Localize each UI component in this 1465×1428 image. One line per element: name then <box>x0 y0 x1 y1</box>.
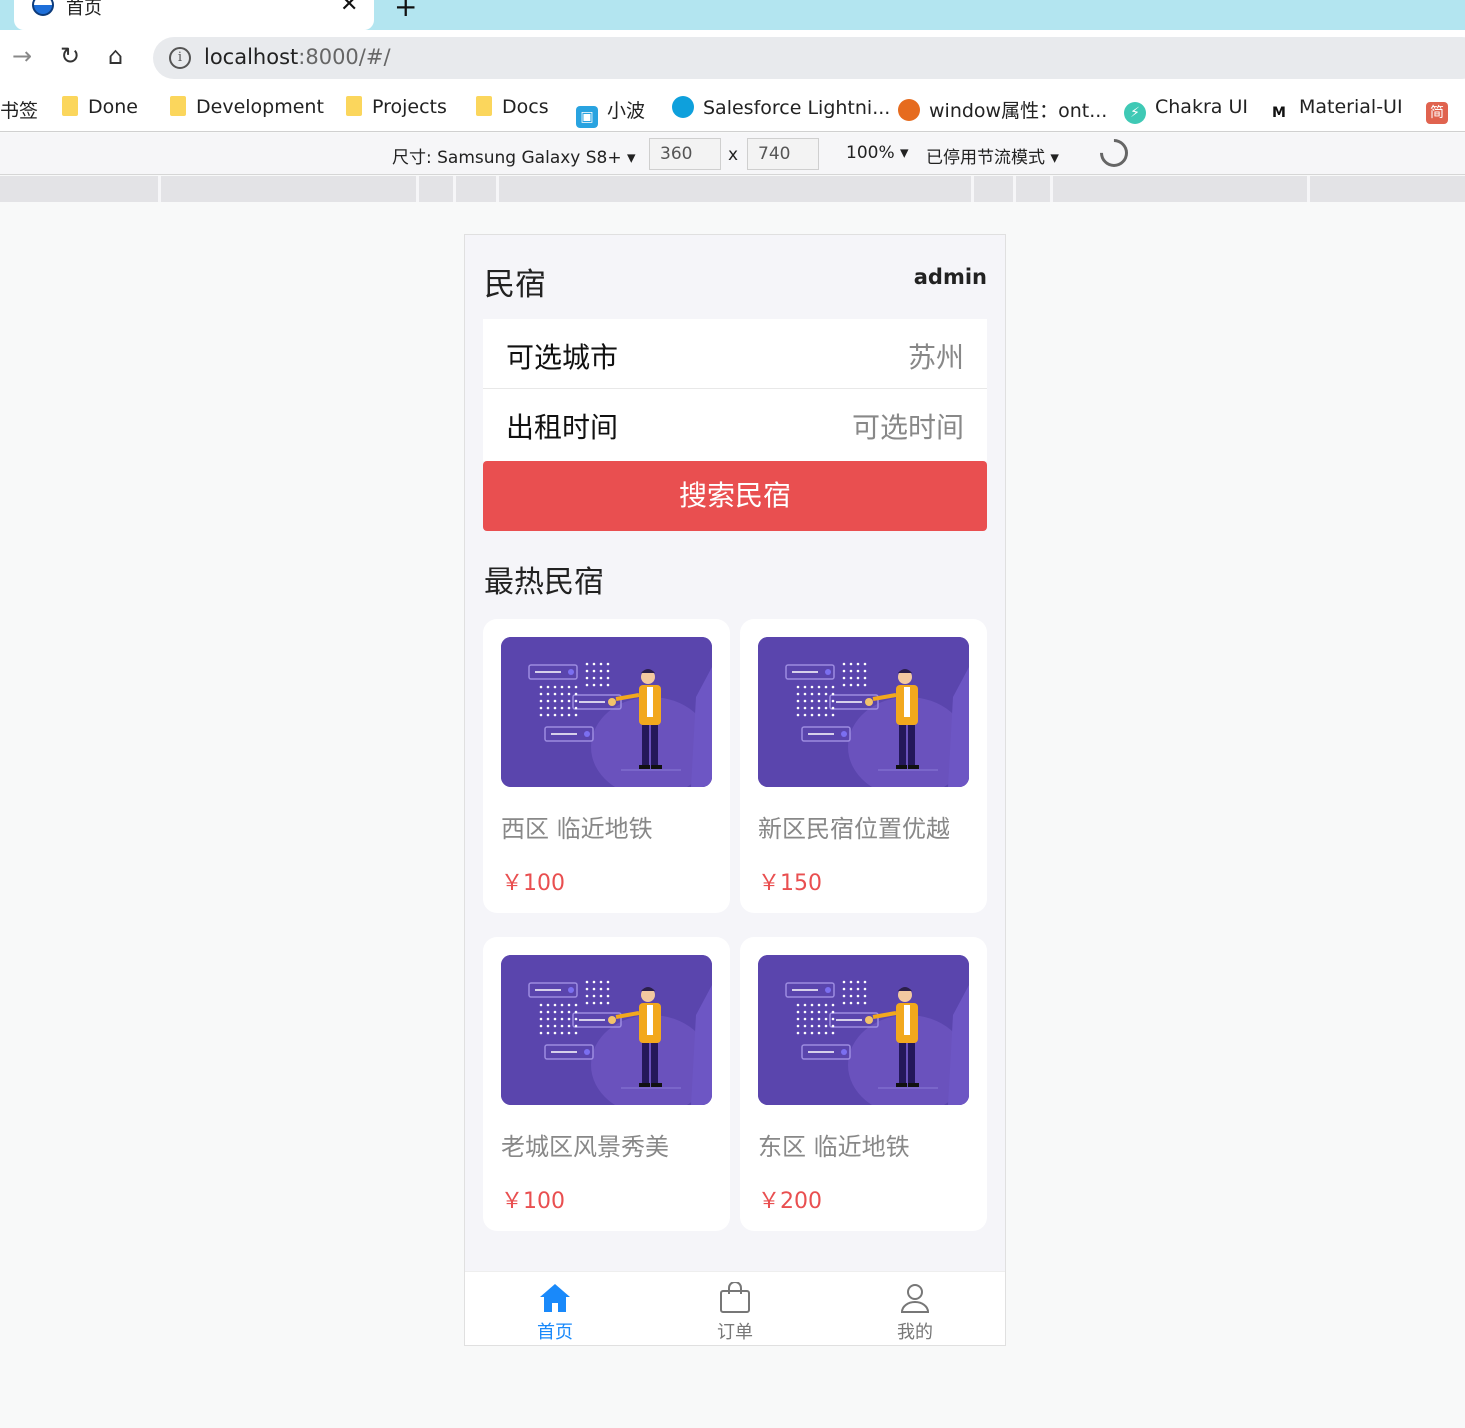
app-header: 民宿 admin <box>465 235 1005 319</box>
mui-icon: M <box>1268 102 1290 124</box>
time-value[interactable]: 可选时间 <box>852 406 964 446</box>
listing-price: ￥100 <box>501 871 565 896</box>
bolt-icon: ⚡ <box>1124 102 1146 124</box>
tab-title: 首页 <box>66 0 102 19</box>
reload-icon[interactable]: ↻ <box>60 42 80 70</box>
bookmarks-bar: 书签 Done Development Projects Docs ▣ 小波 Sa… <box>0 86 1465 132</box>
device-select[interactable]: 尺寸: Samsung Galaxy S8+ ▾ <box>392 143 636 168</box>
home-icon <box>540 1284 570 1312</box>
tab-label: 订单 <box>717 1322 753 1343</box>
search-form: 可选城市 苏州 出租时间 可选时间 <box>483 319 987 461</box>
hot-section-title: 最热民宿 <box>484 565 604 600</box>
bottom-tabbar: 首页 订单 我的 <box>465 1271 1005 1345</box>
bookmark-folder[interactable]: Done <box>62 96 138 118</box>
ruler-divider <box>453 176 456 202</box>
time-field[interactable]: 出租时间 可选时间 <box>483 389 987 461</box>
city-field[interactable]: 可选城市 苏州 <box>483 319 987 389</box>
username[interactable]: admin <box>914 265 987 289</box>
listing-card[interactable]: 西区 临近地铁 ￥100 <box>483 619 730 913</box>
ruler-divider <box>496 176 499 202</box>
bookmark-folder[interactable]: Docs <box>476 96 549 118</box>
jian-icon: 简 <box>1426 102 1448 124</box>
listing-price: ￥100 <box>501 1189 565 1214</box>
url-text[interactable]: localhost:8000/#/ <box>204 45 391 69</box>
tab-home[interactable]: 首页 <box>465 1272 645 1345</box>
address-bar[interactable]: i localhost:8000/#/ <box>153 37 1465 79</box>
listing-image[interactable] <box>501 637 712 787</box>
ruler-divider <box>1050 176 1053 202</box>
folder-icon <box>476 96 492 116</box>
ruler-divider <box>1307 176 1310 202</box>
bookmark-item[interactable]: window属性：ont... <box>898 96 1107 123</box>
listing-image[interactable] <box>758 637 969 787</box>
time-label: 出租时间 <box>506 411 619 444</box>
listing-price: ￥200 <box>758 1189 822 1214</box>
page-title: 民宿 <box>484 267 546 303</box>
device-toolbar: 尺寸: Samsung Galaxy S8+ ▾ 360 x 740 100% … <box>0 133 1465 175</box>
bookmark-item[interactable]: 书签 <box>0 96 38 123</box>
city-label: 可选城市 <box>506 341 619 374</box>
folder-icon <box>346 96 362 116</box>
browser-toolbar: → ↻ ⌂ i localhost:8000/#/ <box>0 30 1465 86</box>
throttle-select[interactable]: 已停用节流模式 ▾ <box>926 143 1059 168</box>
browser-tab[interactable]: 首页 ✕ <box>14 0 374 30</box>
ruler-divider <box>416 176 419 202</box>
ruler-divider <box>1013 176 1016 202</box>
tab-mine[interactable]: 我的 <box>825 1272 1005 1345</box>
listing-image[interactable] <box>501 955 712 1105</box>
tab-orders[interactable]: 订单 <box>645 1272 825 1345</box>
zoom-select[interactable]: 100% ▾ <box>846 143 909 163</box>
folder-icon <box>170 96 186 116</box>
width-input[interactable]: 360 <box>649 138 721 170</box>
home-icon[interactable]: ⌂ <box>108 42 123 70</box>
bookmark-item[interactable]: ⚡ Chakra UI <box>1124 96 1248 124</box>
rotate-icon[interactable] <box>1094 133 1134 173</box>
listing-card[interactable]: 新区民宿位置优越 ￥150 <box>740 619 987 913</box>
ruler-divider <box>158 176 161 202</box>
mobile-viewport: 民宿 admin 可选城市 苏州 出租时间 可选时间 搜索民宿 最热民宿 西区 … <box>464 234 1006 1346</box>
tab-label: 首页 <box>537 1322 573 1343</box>
tab-label: 我的 <box>897 1322 933 1343</box>
listing-price: ￥150 <box>758 871 822 896</box>
browser-tab-strip: 首页 ✕ + <box>0 0 1465 30</box>
new-tab-icon[interactable]: + <box>394 0 417 23</box>
bookmark-item[interactable]: Salesforce Lightni... <box>672 96 890 119</box>
forward-icon[interactable]: → <box>12 42 32 70</box>
bookmark-item[interactable]: ▣ 小波 <box>576 96 645 128</box>
bookmark-item[interactable]: 简 <box>1426 96 1457 124</box>
listing-name: 西区 临近地铁 <box>501 815 653 843</box>
listing-image[interactable] <box>758 955 969 1105</box>
media-query-ruler <box>0 176 1465 202</box>
listing-name: 老城区风景秀美 <box>501 1133 669 1161</box>
bookmark-folder[interactable]: Projects <box>346 96 447 118</box>
search-button[interactable]: 搜索民宿 <box>483 461 987 531</box>
close-icon[interactable]: ✕ <box>340 0 358 17</box>
bookmark-item[interactable]: M Material-UI <box>1268 96 1403 124</box>
height-input[interactable]: 740 <box>747 138 819 170</box>
bookmark-folder[interactable]: Development <box>170 96 324 118</box>
listing-name: 东区 临近地铁 <box>758 1133 910 1161</box>
info-icon[interactable]: i <box>169 47 191 69</box>
city-value[interactable]: 苏州 <box>908 336 964 376</box>
user-icon <box>900 1284 930 1313</box>
times-symbol: x <box>728 145 739 165</box>
listing-card[interactable]: 老城区风景秀美 ￥100 <box>483 937 730 1231</box>
bilibili-icon: ▣ <box>576 106 598 128</box>
listing-name: 新区民宿位置优越 <box>758 815 950 843</box>
bag-icon <box>720 1282 750 1313</box>
cloud-icon <box>672 96 694 118</box>
favicon-icon <box>32 0 54 16</box>
ruler-divider <box>971 176 974 202</box>
listing-card[interactable]: 东区 临近地铁 ￥200 <box>740 937 987 1231</box>
folder-icon <box>62 96 78 116</box>
fox-icon <box>898 99 920 121</box>
